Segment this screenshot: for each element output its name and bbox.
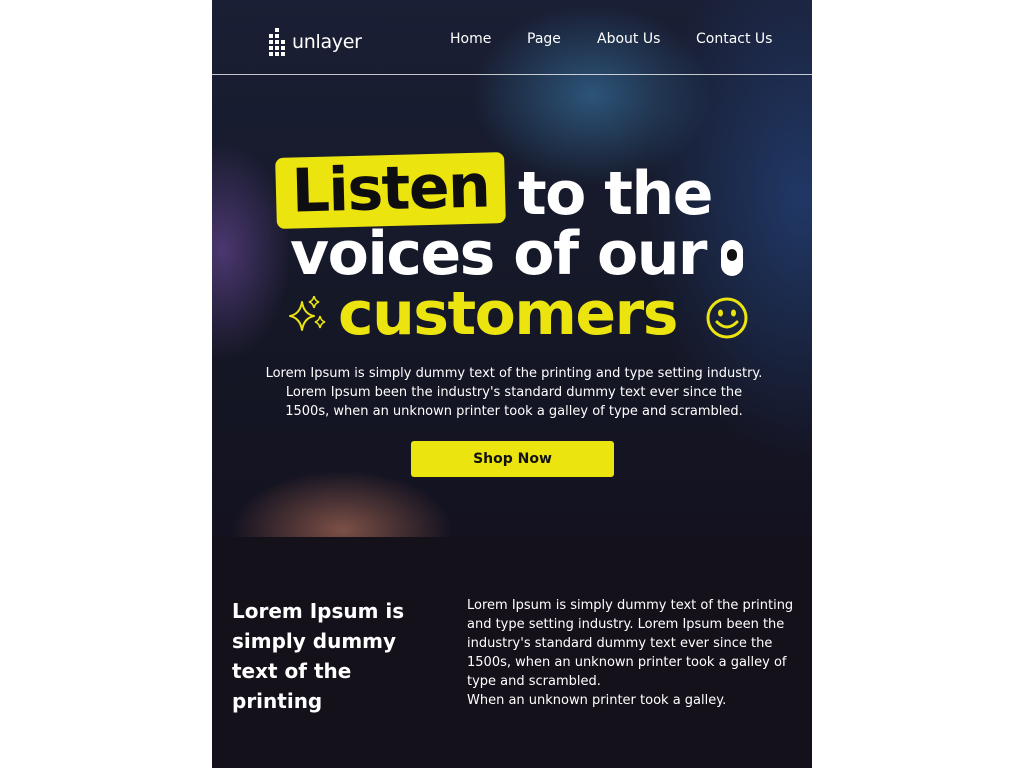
nav-about-link[interactable]: About Us [597, 31, 660, 47]
nav-page-link[interactable]: Page [527, 31, 561, 47]
section-body: Lorem Ipsum is simply dummy text of the … [467, 596, 797, 710]
nav-contact-link[interactable]: Contact Us [696, 31, 772, 47]
header: unlayer Home Page About Us Contact Us [212, 0, 812, 75]
nav-home-link[interactable]: Home [450, 31, 491, 47]
email-container: unlayer Home Page About Us Contact Us Li… [212, 0, 812, 768]
toggle-pill-icon [721, 240, 743, 276]
sparkles-icon [289, 296, 326, 331]
smiley-icon [706, 297, 748, 339]
headline-line2: voices of our [290, 219, 708, 289]
shop-now-button[interactable]: Shop Now [411, 441, 614, 477]
headline-highlight-text: Listen [290, 151, 491, 227]
content-section: Lorem Ipsum is simply dummy text of the … [212, 537, 812, 751]
nav-menu: Home Page About Us Contact Us [212, 31, 812, 51]
section-paragraph-extra: When an unknown printer took a galley. [467, 693, 727, 708]
hero-section: unlayer Home Page About Us Contact Us Li… [212, 0, 812, 537]
headline-line3: customers [338, 279, 678, 349]
headline-highlight: Listen [275, 151, 506, 229]
headline-line1: to the [518, 159, 713, 229]
section-paragraph: Lorem Ipsum is simply dummy text of the … [467, 598, 794, 689]
hero-description: Lorem Ipsum is simply dummy text of the … [265, 366, 763, 419]
section-title: Lorem Ipsum is simply dummy text of the … [232, 599, 405, 713]
